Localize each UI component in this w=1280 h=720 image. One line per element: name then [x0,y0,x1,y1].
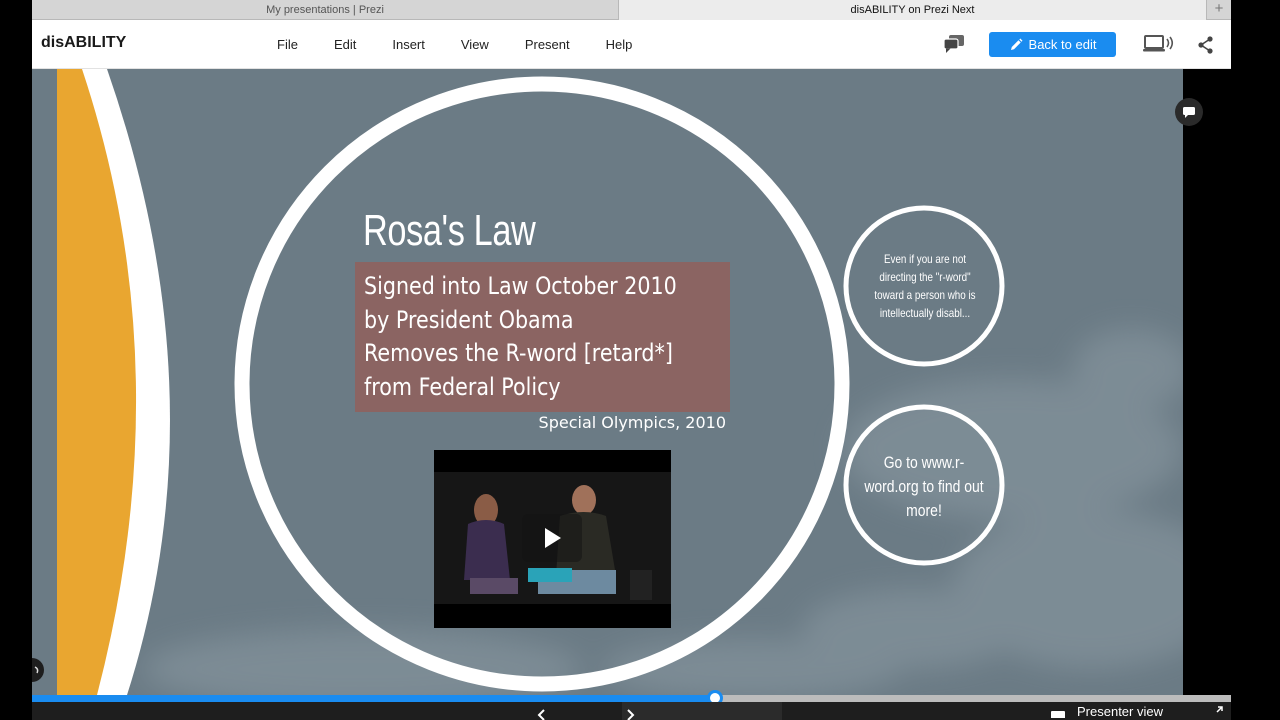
browser-window: My presentations | Prezi disABILITY on P… [32,0,1231,720]
progress-fill [32,695,716,702]
previous-step-button[interactable] [528,702,556,720]
menu-help[interactable]: Help [591,20,648,69]
comments-icon [943,35,964,53]
play-button[interactable] [522,514,582,562]
menu-insert[interactable]: Insert [377,20,440,69]
side-topic-1[interactable]: Even if you are not directing the "r-wor… [865,250,985,322]
share-icon [1198,36,1213,54]
slide-canvas[interactable]: Rosa's Law Signed into Law October 2010 … [32,69,1183,695]
chevron-left-icon [537,709,545,720]
menu-bar: File Edit Insert View Present Help [262,20,653,69]
app-toolbar: disABILITY File Edit Insert View Present… [32,20,1231,69]
presentation-progress-bar[interactable] [32,690,1231,706]
embedded-video[interactable] [434,450,671,628]
new-tab-button[interactable]: + [1207,0,1231,20]
quote-line: by President Obama [364,305,574,334]
quote-source: Special Olympics, 2010 [538,413,726,432]
presentation-title: disABILITY [41,34,127,51]
next-step-button[interactable] [622,702,782,720]
slide-title: Rosa's Law [363,206,536,255]
chevron-right-icon [627,709,635,720]
quote-line: Signed into Law October 2010 [364,272,677,300]
browser-tab-strip: My presentations | Prezi disABILITY on P… [32,0,1231,20]
menu-edit[interactable]: Edit [319,20,371,69]
presenter-view-button[interactable]: Presenter view [1050,702,1163,720]
presentation-nav-bar: Presenter view [32,702,1231,720]
presenter-view-label: Presenter view [1077,703,1163,719]
quote-line: from Federal Policy [364,372,561,401]
presenter-view-icon [1051,711,1065,718]
presentation-stage: Rosa's Law Signed into Law October 2010 … [32,69,1231,695]
browser-tab-my-presentations[interactable]: My presentations | Prezi [32,0,619,20]
back-to-edit-label: Back to edit [1028,37,1097,52]
play-icon [545,528,561,548]
side-topic-2[interactable]: Go to www.r-word.org to find out more! [862,451,987,523]
present-remotely-button[interactable] [1142,33,1176,55]
quote-line: Removes the R-word [retard*] [364,339,673,367]
share-button[interactable] [1196,35,1216,55]
menu-view[interactable]: View [446,20,504,69]
comment-icon [1183,107,1195,118]
collapse-handle-icon[interactable] [32,658,46,682]
quote-box: Signed into Law October 2010 by Presiden… [355,262,730,412]
fullscreen-icon[interactable] [1210,705,1224,719]
browser-tab-prezi-next[interactable]: disABILITY on Prezi Next [619,0,1207,20]
comment-bubble[interactable] [1175,98,1203,126]
present-device-icon [1143,35,1174,52]
back-to-edit-button[interactable]: Back to edit [989,32,1116,57]
comments-button[interactable] [942,33,966,55]
menu-present[interactable]: Present [510,20,585,69]
menu-file[interactable]: File [262,20,313,69]
pencil-icon [1010,38,1023,50]
